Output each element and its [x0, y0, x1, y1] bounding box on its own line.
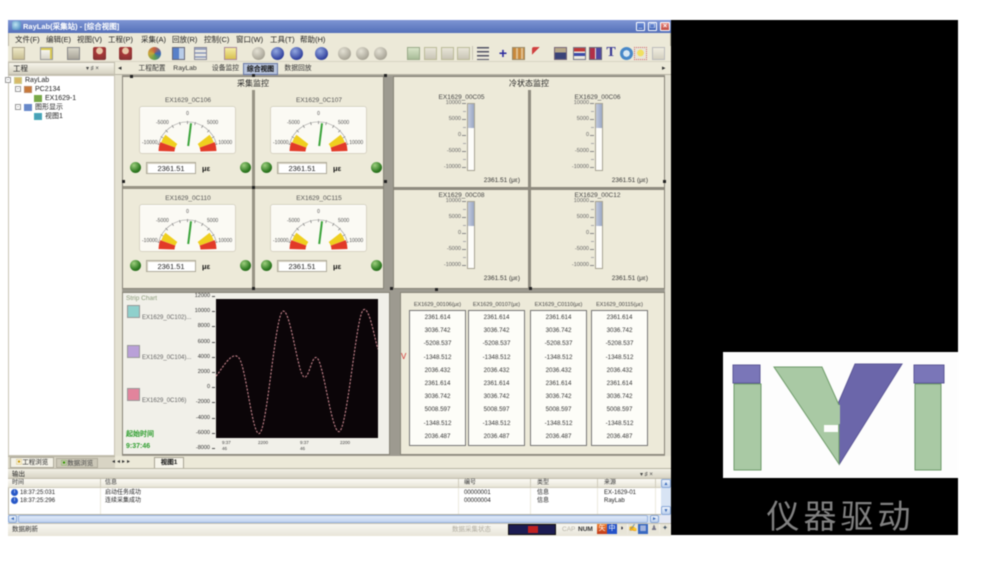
svg-text:10000: 10000 [218, 140, 232, 146]
svg-text:5000: 5000 [207, 218, 218, 224]
svg-text:0: 0 [317, 111, 320, 117]
svg-text:5000: 5000 [338, 120, 349, 126]
svg-text:10000: 10000 [218, 238, 232, 244]
svg-text:10000: 10000 [349, 238, 363, 244]
svg-text:-5000: -5000 [156, 218, 169, 224]
svg-text:-10000: -10000 [142, 140, 158, 146]
svg-text:-10000: -10000 [273, 140, 289, 146]
svg-text:0: 0 [186, 111, 189, 117]
svg-text:-10000: -10000 [142, 238, 158, 244]
svg-text:-5000: -5000 [287, 120, 300, 126]
svg-text:-5000: -5000 [287, 218, 300, 224]
svg-text:10000: 10000 [349, 140, 363, 146]
svg-text:0: 0 [317, 209, 320, 215]
svg-text:5000: 5000 [338, 218, 349, 224]
svg-text:5000: 5000 [207, 120, 218, 126]
svg-text:0: 0 [186, 209, 189, 215]
svg-text:-10000: -10000 [273, 238, 289, 244]
svg-text:-5000: -5000 [156, 120, 169, 126]
